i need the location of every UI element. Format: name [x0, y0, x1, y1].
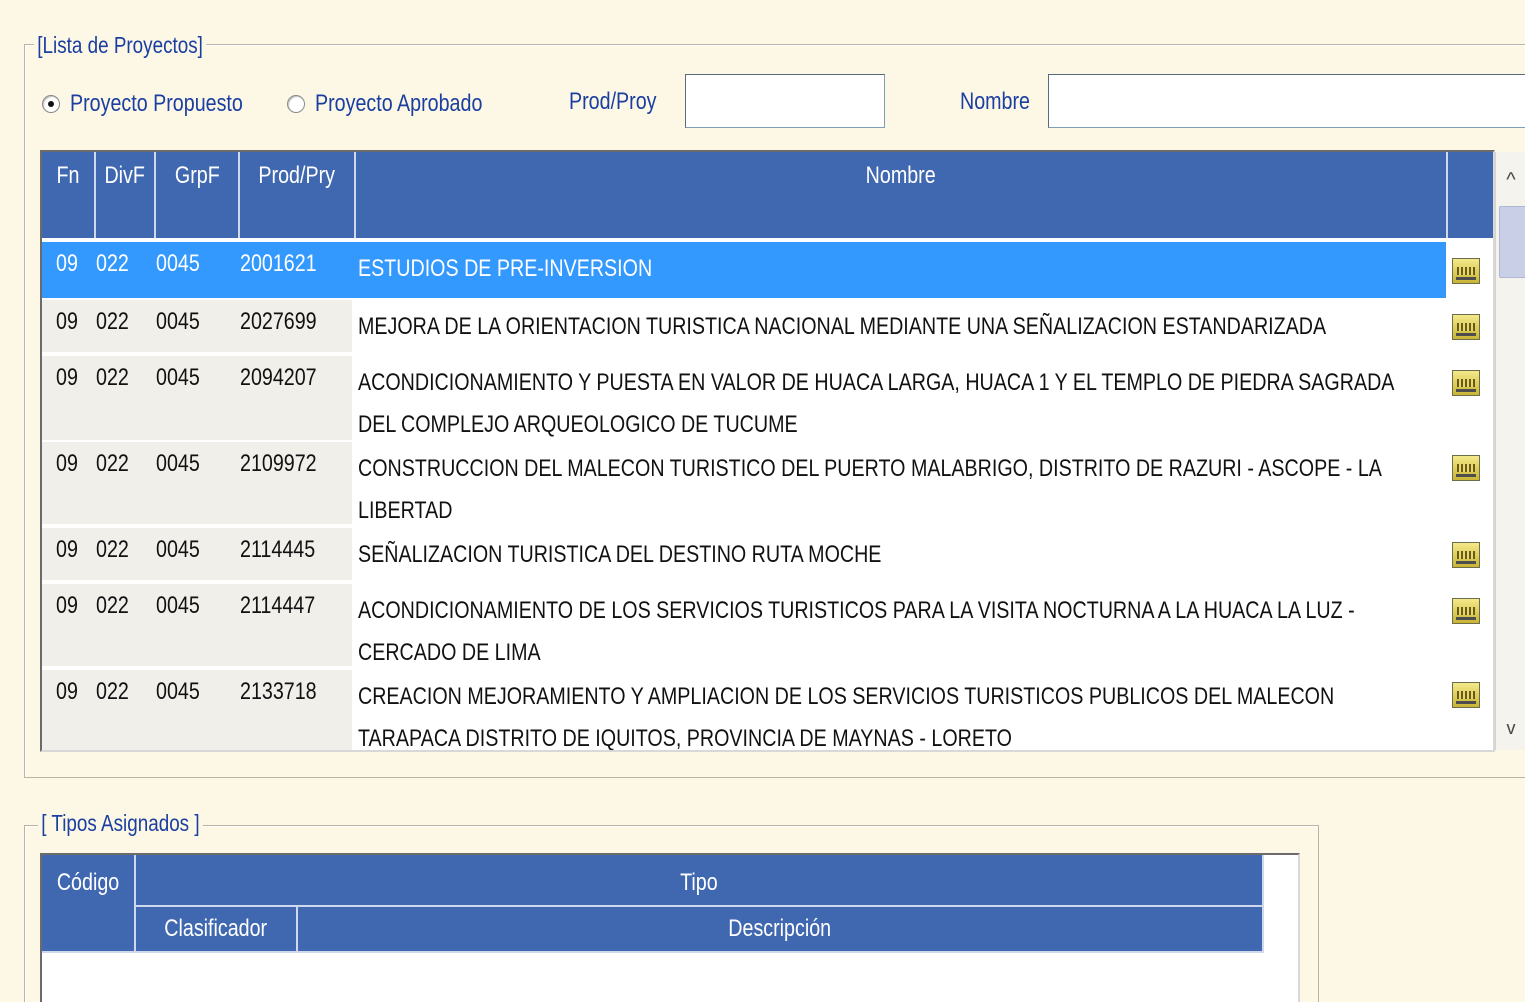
- table-row[interactable]: 09 022 0045 2114445 SEÑALIZACION TURISTI…: [42, 528, 1446, 580]
- cell-nombre: CREACION MEJORAMIENTO Y AMPLIACION DE LO…: [358, 683, 1335, 752]
- cell-grpf: 0045: [156, 308, 200, 335]
- table-row[interactable]: 09 022 0045 2133718 CREACION MEJORAMIENT…: [42, 670, 1446, 752]
- cell-prod: 2114447: [240, 592, 316, 619]
- col-header-fn[interactable]: Fn: [42, 152, 96, 238]
- cell-fn: 09: [56, 592, 78, 619]
- row-detail-icon[interactable]: [1452, 314, 1480, 340]
- scroll-thumb[interactable]: [1499, 206, 1525, 278]
- cell-fn: 09: [56, 250, 78, 277]
- cell-fn: 09: [56, 450, 78, 477]
- cell-nombre: ESTUDIOS DE PRE-INVERSION: [358, 255, 653, 282]
- col-header-clasificador[interactable]: Clasificador: [136, 907, 298, 953]
- nombre-input[interactable]: [1048, 74, 1525, 128]
- table-row[interactable]: 09 022 0045 2001621 ESTUDIOS DE PRE-INVE…: [42, 242, 1446, 298]
- cell-grpf: 0045: [156, 536, 200, 563]
- row-detail-icon[interactable]: [1452, 542, 1480, 568]
- cell-divf: 022: [96, 250, 129, 277]
- radio-proyecto-aprobado[interactable]: Proyecto Aprobado: [287, 90, 519, 118]
- col-header-grpf[interactable]: GrpF: [156, 152, 240, 238]
- cell-fn: 09: [56, 536, 78, 563]
- col-header-codigo[interactable]: Código: [42, 855, 136, 953]
- col-header-descripcion[interactable]: Descripción: [298, 907, 1264, 953]
- col-header-divf[interactable]: DivF: [96, 152, 156, 238]
- cell-nombre: ACONDICIONAMIENTO DE LOS SERVICIOS TURIS…: [358, 597, 1355, 666]
- table-row[interactable]: 09 022 0045 2094207 ACONDICIONAMIENTO Y …: [42, 356, 1446, 440]
- cell-grpf: 0045: [156, 678, 200, 705]
- cell-prod: 2027699: [240, 308, 317, 335]
- radio-unchecked-icon: [287, 95, 305, 113]
- projects-grid: Fn DivF GrpF Prod/Pry Nombre 09 022 0045…: [40, 150, 1495, 752]
- cell-grpf: 0045: [156, 364, 200, 391]
- cell-grpf: 0045: [156, 592, 200, 619]
- cell-grpf: 0045: [156, 250, 200, 277]
- cell-fn: 09: [56, 308, 78, 335]
- row-detail-icon[interactable]: [1452, 598, 1480, 624]
- cell-prod: 2114445: [240, 536, 316, 563]
- scroll-up-arrow-icon[interactable]: ^: [1496, 160, 1525, 200]
- types-legend: [ Tipos Asignados ]: [38, 809, 203, 837]
- table-row[interactable]: 09 022 0045 2027699 MEJORA DE LA ORIENTA…: [42, 300, 1446, 352]
- cell-divf: 022: [96, 364, 129, 391]
- table-row[interactable]: 09 022 0045 2109972 CONSTRUCCION DEL MAL…: [42, 442, 1446, 524]
- cell-fn: 09: [56, 678, 78, 705]
- cell-prod: 2109972: [240, 450, 317, 477]
- cell-prod: 2001621: [240, 250, 317, 277]
- col-header-nombre[interactable]: Nombre: [356, 152, 1448, 238]
- row-detail-icon[interactable]: [1452, 682, 1480, 708]
- col-header-prod-pry[interactable]: Prod/Pry: [240, 152, 356, 238]
- scroll-down-arrow-icon[interactable]: v: [1496, 708, 1525, 748]
- cell-divf: 022: [96, 536, 129, 563]
- radio-checked-icon: [42, 95, 60, 113]
- cell-divf: 022: [96, 678, 129, 705]
- cell-nombre: SEÑALIZACION TURISTICA DEL DESTINO RUTA …: [358, 541, 882, 568]
- col-header-tipo[interactable]: Tipo: [136, 855, 1264, 907]
- prod-proy-input[interactable]: [685, 74, 885, 128]
- cell-divf: 022: [96, 308, 129, 335]
- app-root: [Lista de Proyectos] Proyecto Propuesto …: [0, 0, 1525, 1002]
- cell-fn: 09: [56, 364, 78, 391]
- row-detail-icon[interactable]: [1452, 370, 1480, 396]
- table-row[interactable]: 09 022 0045 2114447 ACONDICIONAMIENTO DE…: [42, 584, 1446, 666]
- row-detail-icon[interactable]: [1452, 455, 1480, 481]
- col-header-action: [1448, 152, 1493, 238]
- row-detail-icon[interactable]: [1452, 258, 1480, 284]
- projects-vertical-scrollbar[interactable]: ^ v: [1495, 152, 1525, 750]
- projects-legend: [Lista de Proyectos]: [34, 31, 207, 59]
- cell-nombre: CONSTRUCCION DEL MALECON TURISTICO DEL P…: [358, 455, 1381, 524]
- cell-nombre: MEJORA DE LA ORIENTACION TURISTICA NACIO…: [358, 313, 1327, 340]
- cell-prod: 2133718: [240, 678, 317, 705]
- types-grid: Código Tipo Clasificador Descripción: [40, 853, 1300, 1002]
- cell-divf: 022: [96, 450, 129, 477]
- cell-grpf: 0045: [156, 450, 200, 477]
- cell-prod: 2094207: [240, 364, 317, 391]
- prod-proy-label: Prod/Proy: [569, 88, 657, 115]
- nombre-label: Nombre: [960, 88, 1030, 115]
- cell-divf: 022: [96, 592, 129, 619]
- cell-nombre: ACONDICIONAMIENTO Y PUESTA EN VALOR DE H…: [358, 369, 1394, 438]
- radio-proyecto-propuesto[interactable]: Proyecto Propuesto: [42, 90, 281, 118]
